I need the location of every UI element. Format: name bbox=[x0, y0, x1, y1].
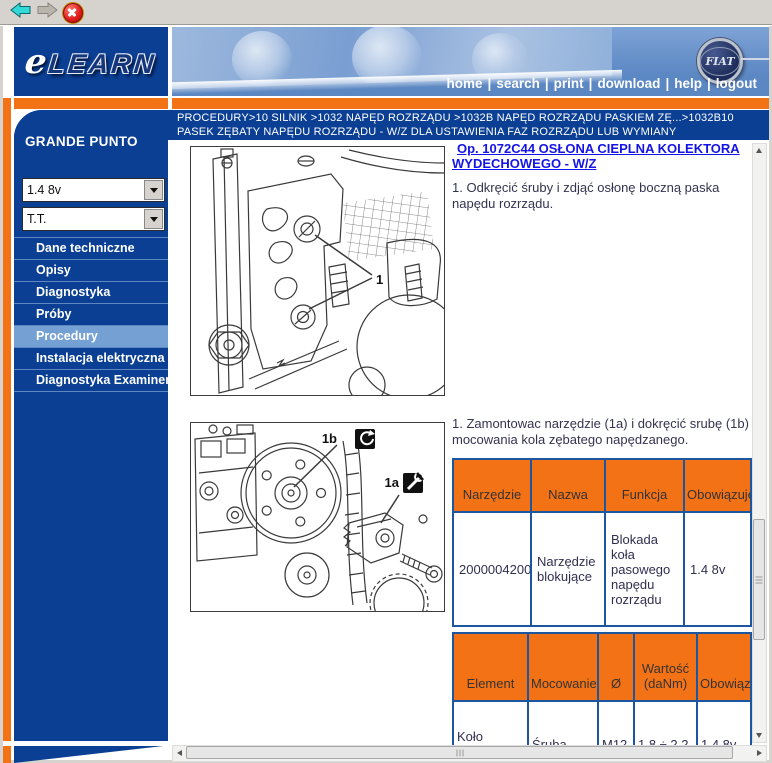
col-wartosc: Wartość (daNm) bbox=[634, 633, 697, 701]
horizontal-scrollbar[interactable] bbox=[172, 745, 767, 762]
sidebar-item-proby[interactable]: Próby bbox=[14, 304, 168, 326]
cell-tool-applies: 1.4 8v bbox=[684, 512, 751, 626]
nav-home[interactable]: home bbox=[447, 76, 483, 91]
cell-applies: 1.4 8v bbox=[697, 701, 751, 745]
header-banner: FIAT home|search|print|download|help|log… bbox=[172, 27, 769, 96]
close-button[interactable] bbox=[62, 2, 84, 24]
sidebar-item-procedury[interactable]: Procedury bbox=[14, 326, 168, 348]
col-obowiazuje2: Obowiązuje bbox=[697, 633, 751, 701]
torque-table-header-row: Element Mocowanie Ø Wartość (daNm) Obowi… bbox=[453, 633, 751, 701]
col-narzedzie: Narzędzie bbox=[453, 459, 531, 512]
cell-tool-function: Blokada koła pasowego napędu rozrządu bbox=[605, 512, 684, 626]
tools-table-header-row: Narzędzie Nazwa Funkcja Obowiązuje bbox=[453, 459, 751, 512]
nav-help[interactable]: help bbox=[674, 76, 702, 91]
elearn-logo: eLEARN bbox=[14, 27, 168, 96]
nav-logout[interactable]: logout bbox=[716, 76, 757, 91]
logo-text: LEARN bbox=[47, 49, 158, 79]
tools-table-row: 2000004200 Narzędzie blokujące Blokada k… bbox=[453, 512, 751, 626]
model-title: GRANDE PUNTO bbox=[25, 134, 138, 149]
figure-locking-tool: 1b 1a bbox=[190, 422, 445, 612]
col-mocowanie: Mocowanie bbox=[528, 633, 598, 701]
vertical-scrollbar[interactable] bbox=[752, 143, 767, 743]
scroll-left-icon bbox=[177, 750, 182, 756]
col-element: Element bbox=[453, 633, 528, 701]
cell-tool-name: Narzędzie blokujące bbox=[531, 512, 605, 626]
torque-table: Element Mocowanie Ø Wartość (daNm) Obowi… bbox=[452, 632, 752, 745]
figure1-label-1: 1 bbox=[376, 272, 383, 287]
scroll-down-icon bbox=[756, 733, 762, 738]
nav-print[interactable]: print bbox=[554, 76, 584, 91]
forward-button[interactable] bbox=[36, 3, 60, 21]
orange-bar-mid bbox=[14, 98, 168, 109]
breadcrumb: PROCEDURY>10 SILNIK >1032 NAPĘD ROZRZĄDU… bbox=[177, 112, 765, 139]
figure2-label-1a: 1a bbox=[385, 475, 400, 490]
trim-select[interactable]: T.T. bbox=[22, 207, 165, 231]
torque-table-row: Koło zębate Śruba M12 1.8 ÷ 2.2 1.4 8v bbox=[453, 701, 751, 745]
orange-side-strip bbox=[3, 109, 11, 741]
step2-text: 1. Zamontowac narzędzie (1a) i dokręcić … bbox=[452, 416, 752, 448]
scroll-left-button[interactable] bbox=[173, 746, 186, 759]
main-nav: home|search|print|download|help|logout bbox=[447, 76, 757, 91]
scroll-up-button[interactable] bbox=[753, 144, 764, 157]
col-funkcja: Funkcja bbox=[605, 459, 684, 512]
nav-download[interactable]: download bbox=[597, 76, 660, 91]
sidebar-item-opisy[interactable]: Opisy bbox=[14, 260, 168, 282]
back-arrow-icon bbox=[9, 2, 31, 23]
col-diameter: Ø bbox=[598, 633, 634, 701]
figure-cover-bolts: 1 bbox=[190, 146, 445, 396]
step1-text: 1. Odkręcić śruby i zdjąć osłonę boczną … bbox=[452, 180, 752, 212]
col-nazwa: Nazwa bbox=[531, 459, 605, 512]
orange-side-strip-bottom bbox=[3, 746, 11, 763]
sidebar: GRANDE PUNTO 1.4 8v T.T. Dane techniczne… bbox=[14, 110, 168, 741]
tools-table: Narzędzie Nazwa Funkcja Obowiązuje 20000… bbox=[452, 458, 752, 627]
app-window: eLEARN FIAT home|search|print|download|h… bbox=[0, 0, 772, 763]
figure2-label-1b: 1b bbox=[322, 431, 337, 446]
content-pane: 1 Op. 1072C44 OSŁONA CIEPLNA KOLEKTORA W… bbox=[172, 140, 752, 745]
scroll-right-button[interactable] bbox=[753, 746, 766, 759]
orange-bar-left bbox=[3, 98, 11, 109]
logo-e: e bbox=[23, 42, 49, 82]
sidebar-item-diagnostyka[interactable]: Diagnostyka bbox=[14, 282, 168, 304]
vertical-scroll-thumb[interactable] bbox=[753, 519, 765, 640]
forward-arrow-icon bbox=[37, 2, 59, 23]
cell-tool-number: 2000004200 bbox=[453, 512, 531, 626]
back-button[interactable] bbox=[8, 3, 32, 21]
sidebar-item-diagnostyka-examiner[interactable]: Diagnostyka Examiner bbox=[14, 370, 168, 392]
horizontal-scroll-thumb[interactable] bbox=[186, 746, 733, 759]
browser-toolbar bbox=[0, 0, 772, 25]
nav-search[interactable]: search bbox=[496, 76, 540, 91]
cell-element: Koło zębate bbox=[453, 701, 528, 745]
dropdown-arrow-icon[interactable] bbox=[144, 209, 163, 229]
sidebar-item-dane-techniczne[interactable]: Dane techniczne bbox=[14, 238, 168, 260]
col-obowiazuje: Obowiązuje bbox=[684, 459, 751, 512]
engine-select[interactable]: 1.4 8v bbox=[22, 178, 165, 202]
scroll-right-icon bbox=[757, 750, 762, 756]
scroll-up-icon bbox=[756, 148, 762, 153]
orange-bar-right bbox=[172, 98, 769, 109]
dropdown-arrow-icon[interactable] bbox=[144, 180, 163, 200]
cell-mocowanie: Śruba bbox=[528, 701, 598, 745]
fiat-logo-line bbox=[741, 58, 769, 60]
scroll-down-button[interactable] bbox=[753, 729, 764, 742]
cell-wartosc: 1.8 ÷ 2.2 bbox=[634, 701, 697, 745]
operation-link[interactable]: Op. 1072C44 OSŁONA CIEPLNA KOLEKTORA WYD… bbox=[452, 141, 752, 171]
cell-diameter: M12 bbox=[598, 701, 634, 745]
sidebar-item-instalacja-elektryczna[interactable]: Instalacja elektryczna bbox=[14, 348, 168, 370]
sidebar-menu: Dane techniczne Opisy Diagnostyka Próby … bbox=[14, 237, 168, 392]
